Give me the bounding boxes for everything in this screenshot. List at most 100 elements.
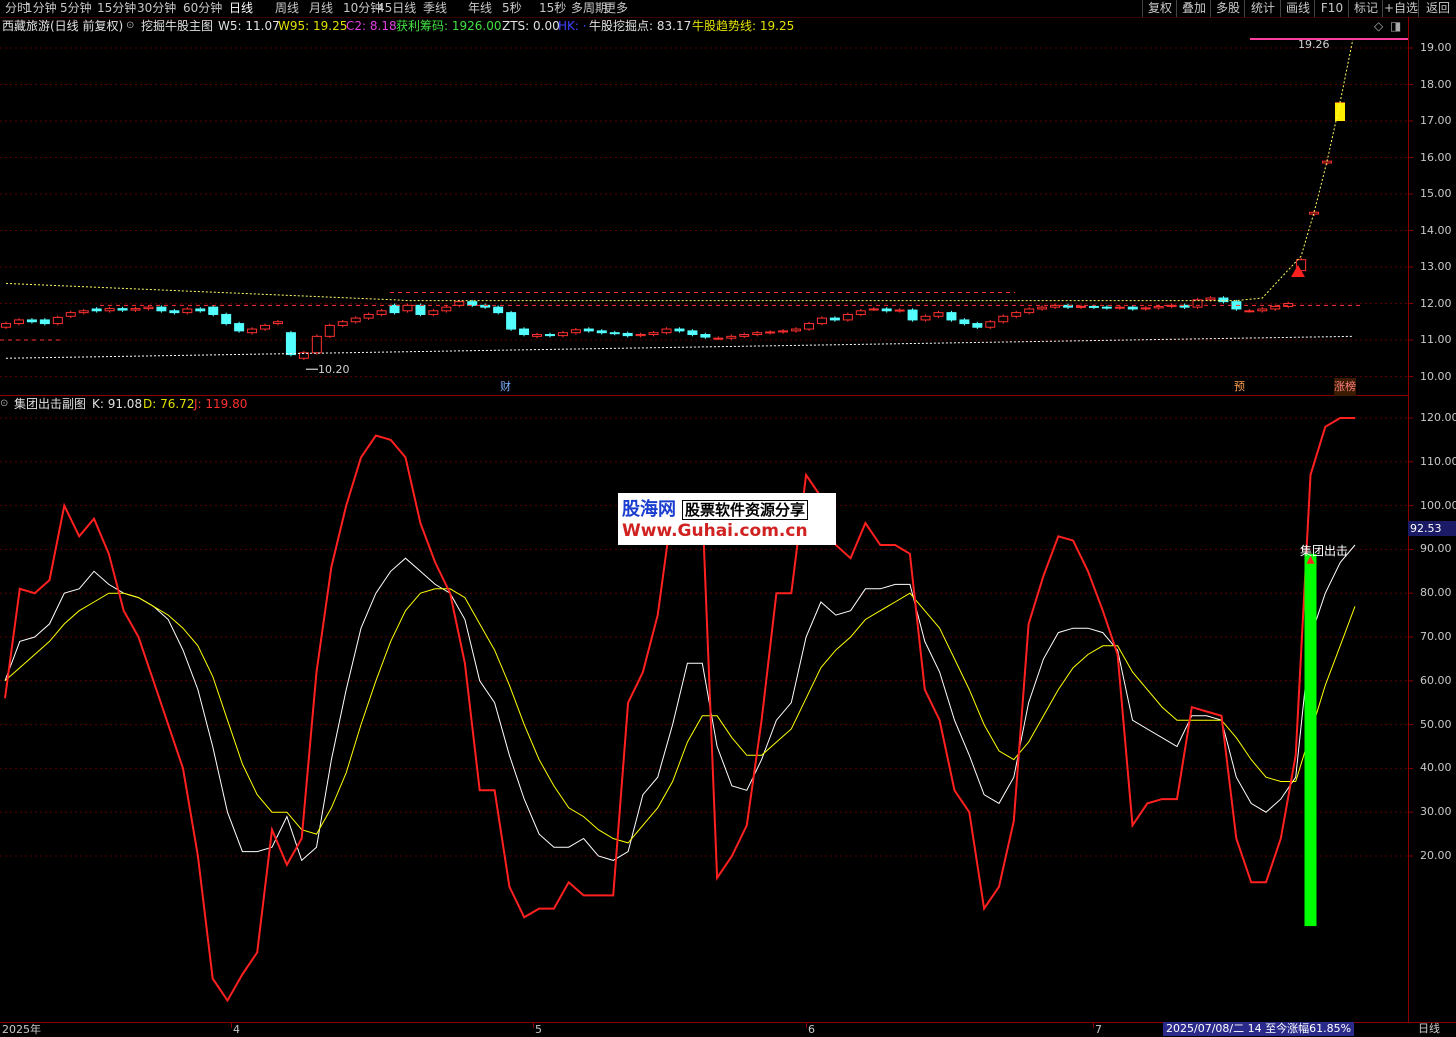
candle-body (454, 301, 465, 306)
candle-body (635, 334, 646, 337)
candle-body (726, 335, 737, 339)
candle-body (117, 308, 128, 311)
watermark-subtitle: 股票软件资源分享 (682, 500, 809, 520)
candle-body (52, 316, 63, 325)
candle-body (402, 304, 413, 312)
sub-axis-label: 120.00 (1420, 411, 1456, 424)
main-overlay-lines (0, 38, 1408, 370)
candle-body (881, 308, 892, 312)
forecast-marker[interactable]: 预 (1234, 378, 1245, 396)
view-mode-label[interactable]: 日线 (1418, 1022, 1440, 1036)
candle-body (1270, 305, 1281, 310)
price-axis-line (1408, 17, 1409, 1022)
candle-body (907, 309, 918, 321)
candle-body (519, 328, 530, 336)
price-axis-label: 14.00 (1420, 223, 1452, 237)
date-tick (533, 1023, 534, 1028)
candle-body (596, 330, 607, 334)
price-axis-label: 18.00 (1420, 77, 1452, 91)
candle-body (544, 334, 555, 337)
candle-body (221, 313, 232, 325)
trend-line-upper (5, 38, 1354, 302)
current-value-box: 92.53 (1408, 521, 1456, 536)
price-axis-label: 12.00 (1420, 296, 1452, 310)
candle-body (609, 332, 620, 335)
candle-body (868, 308, 879, 311)
candle-body (855, 310, 866, 315)
sub-axis-label: 50.00 (1420, 717, 1452, 731)
signal-label: 集团出击 (1300, 544, 1349, 558)
date-tick (231, 1023, 232, 1028)
kdj-line-d (4, 588, 1356, 844)
kdj-line-k (4, 544, 1356, 862)
candle-body (687, 330, 698, 336)
candle-body (65, 312, 76, 317)
candle-body (946, 312, 957, 321)
sub-axis-label: 90.00 (1420, 542, 1452, 556)
candle-body (104, 308, 115, 312)
date-label: 7 (1095, 1023, 1102, 1036)
candle-body (39, 319, 50, 325)
sub-axis-label: 110.00 (1420, 454, 1456, 468)
signal-bar (1304, 553, 1317, 927)
finance-marker[interactable]: 财 (500, 378, 511, 396)
candle-body (467, 301, 478, 306)
sub-axis-label: 40.00 (1420, 761, 1452, 775)
candle-body (285, 332, 296, 356)
date-tick (1093, 1023, 1094, 1028)
candle-body (195, 308, 206, 312)
candle-body (208, 306, 219, 315)
candle-body (324, 324, 335, 337)
candle-body (583, 328, 594, 332)
low-price-label: 10.20 (318, 363, 350, 376)
candle-body (1114, 306, 1125, 309)
candle-body (1218, 297, 1229, 303)
candle-body (1, 323, 11, 328)
candle-body (91, 308, 102, 312)
candle-body (557, 332, 568, 337)
candle-body (998, 315, 1009, 323)
candle-body (143, 306, 154, 310)
candle-body (272, 321, 283, 325)
candle-body (1153, 305, 1164, 309)
candle-body (894, 309, 905, 312)
watermark-logo: 股海网 股票软件资源分享 Www.Guhai.com.cn (618, 493, 836, 545)
watermark-title: 股海网 (622, 499, 676, 520)
candle-body (765, 331, 776, 334)
date-label: 6 (808, 1023, 815, 1036)
sub-axis-label: 70.00 (1420, 630, 1452, 643)
candle-body (441, 306, 452, 312)
limit-up-marker[interactable]: 涨榜 (1334, 378, 1356, 396)
candle-body (1309, 211, 1320, 215)
watermark-url: Www.Guhai.com.cn (622, 521, 808, 541)
candle-body (1024, 308, 1035, 314)
candle-body (791, 328, 802, 332)
candle-body (842, 313, 853, 321)
candle-body (933, 312, 944, 317)
candle-body (1140, 307, 1151, 310)
candle-body (169, 310, 180, 314)
candle-body (130, 308, 141, 311)
candle-body (972, 323, 983, 328)
price-axis-label: 13.00 (1420, 260, 1452, 273)
candle-body (415, 304, 426, 315)
candle-body (311, 335, 322, 354)
candle-body (674, 328, 685, 332)
sub-axis-label: 30.00 (1420, 805, 1452, 819)
candle-body (350, 317, 361, 323)
price-axis-label: 15.00 (1420, 187, 1452, 200)
high-price-label: 19.26 (1298, 38, 1330, 51)
main-grid (0, 47, 1413, 377)
candle-body (532, 334, 543, 337)
date-label: 2025年 (2, 1023, 41, 1036)
candlestick-series (1, 100, 1345, 361)
trend-line-lower (5, 335, 1353, 359)
candle-body (493, 306, 504, 314)
candle-body (713, 337, 724, 340)
sub-axis-label: 20.00 (1420, 849, 1452, 862)
sub-grid (0, 417, 1413, 857)
candle-body (648, 332, 659, 336)
candle-body (778, 330, 789, 333)
candle-body (78, 310, 89, 314)
date-tick (806, 1023, 807, 1028)
